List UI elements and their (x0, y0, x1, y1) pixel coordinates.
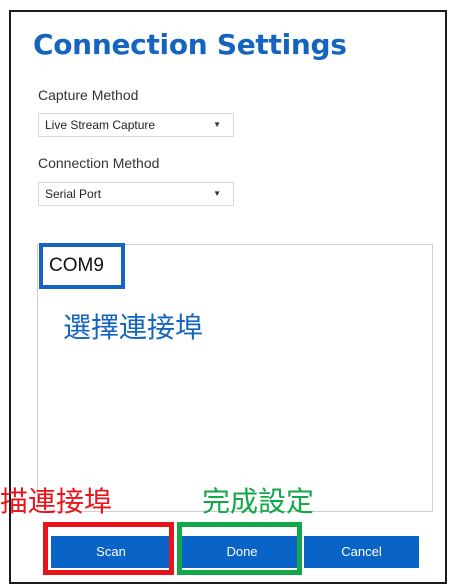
capture-method-select[interactable]: Live Stream Capture ▼ (38, 113, 234, 137)
page-title: Connection Settings (33, 28, 347, 61)
connection-method-value: Serial Port (45, 187, 102, 201)
annotation-finish: 完成設定 (202, 485, 315, 518)
done-highlight-box (177, 522, 302, 575)
connection-method-select[interactable]: Serial Port ▼ (38, 182, 234, 206)
capture-method-value: Live Stream Capture (45, 118, 156, 132)
chevron-down-icon: ▼ (213, 189, 221, 198)
annotation-scan-port: 描連接埠 (0, 485, 113, 518)
chevron-down-icon: ▼ (213, 120, 221, 129)
scan-highlight-box (43, 522, 174, 575)
port-item-com9[interactable]: COM9 (39, 243, 125, 289)
annotation-select-port: 選擇連接埠 (63, 311, 204, 344)
capture-method-label: Capture Method (38, 87, 139, 103)
connection-method-label: Connection Method (38, 155, 160, 171)
cancel-button[interactable]: Cancel (304, 536, 419, 568)
